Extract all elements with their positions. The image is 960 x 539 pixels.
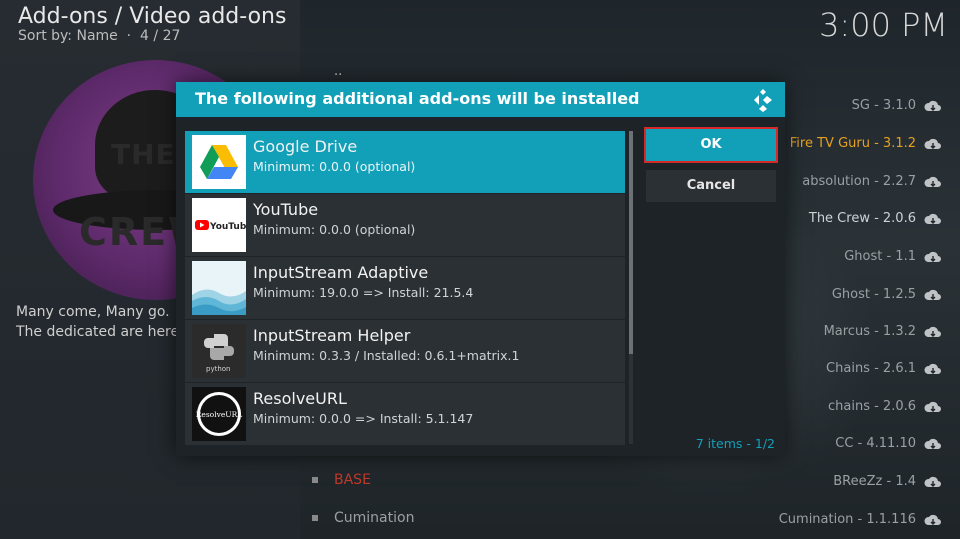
- cloud-download-icon: [924, 363, 941, 374]
- list-item[interactable]: BReeZz - 1.4: [833, 474, 916, 489]
- resolveurl-thumb-text: ResolveURL: [196, 410, 242, 419]
- list-item[interactable]: python InputStream Helper Minimum: 0.3.3…: [185, 320, 625, 382]
- addon-requirement: Minimum: 0.0.0 (optional): [253, 159, 416, 174]
- addon-requirement: Minimum: 19.0.0 => Install: 21.5.4: [253, 285, 474, 300]
- addon-name: InputStream Adaptive: [253, 263, 429, 282]
- addon-requirement: Minimum: 0.3.3 / Installed: 0.6.1+matrix…: [253, 348, 520, 363]
- list-item[interactable]: YouTube YouTube Minimum: 0.0.0 (optional…: [185, 194, 625, 256]
- sort-label: Sort by: Name: [18, 28, 118, 44]
- parent-folder-item[interactable]: ..: [334, 64, 342, 79]
- breadcrumb: Add-ons / Video add-ons: [18, 4, 287, 29]
- bullet-icon: [312, 477, 318, 483]
- cloud-download-icon: [924, 289, 941, 300]
- list-item[interactable]: ResolveURL ResolveURL Minimum: 0.0.0 => …: [185, 383, 625, 445]
- google-drive-icon: [192, 135, 246, 189]
- youtube-icon: YouTube: [192, 198, 246, 252]
- clock: 3:00 PM: [819, 6, 948, 44]
- inputstream-adaptive-thumbnail: [192, 261, 246, 315]
- list-item[interactable]: Ghost - 1.1: [844, 249, 916, 264]
- cloud-download-icon: [924, 251, 941, 262]
- youtube-thumbnail: YouTube: [192, 198, 246, 252]
- list-item[interactable]: Chains - 2.6.1: [826, 361, 916, 376]
- python-icon: python: [192, 324, 246, 378]
- dialog-header: The following additional add-ons will be…: [176, 82, 785, 117]
- list-item-label: Cumination: [334, 510, 415, 526]
- cloud-download-icon: [924, 138, 941, 149]
- resolveurl-icon: ResolveURL: [192, 387, 246, 441]
- list-item[interactable]: Marcus - 1.3.2: [824, 324, 916, 339]
- list-item[interactable]: The Crew - 2.0.6: [809, 211, 916, 226]
- dialog-title: The following additional add-ons will be…: [195, 89, 640, 108]
- ok-button[interactable]: OK: [644, 127, 778, 163]
- sort-info: Sort by: Name · 4 / 27: [18, 28, 181, 44]
- list-item[interactable]: Ghost - 1.2.5: [832, 287, 916, 302]
- list-item[interactable]: Fire TV Guru - 3.1.2: [790, 136, 916, 151]
- cloud-download-icon: [924, 438, 941, 449]
- addon-name: InputStream Helper: [253, 326, 411, 345]
- cloud-download-icon: [924, 514, 941, 525]
- items-total: 7 items: [695, 436, 743, 451]
- list-item[interactable]: absolution - 2.2.7: [802, 174, 916, 189]
- cloud-download-icon: [924, 213, 941, 224]
- cancel-button[interactable]: Cancel: [646, 170, 776, 202]
- page-indicator: 1/2: [754, 436, 775, 451]
- addon-name: ResolveURL: [253, 389, 347, 408]
- addon-list: Google Drive Minimum: 0.0.0 (optional) Y…: [185, 131, 625, 445]
- wave-icon: [192, 261, 246, 315]
- addon-description: Many come, Many go. The dedicated are he…: [16, 304, 184, 340]
- scrollbar-thumb[interactable]: [629, 131, 633, 354]
- list-item-label: BASE: [334, 472, 371, 488]
- list-item[interactable]: BASE: [312, 472, 371, 488]
- list-item[interactable]: SG - 3.1.0: [852, 98, 916, 113]
- youtube-thumb-text: YouTube: [209, 222, 246, 232]
- google-drive-thumbnail: [192, 135, 246, 189]
- resolveurl-thumbnail: ResolveURL: [192, 387, 246, 441]
- addon-requirement: Minimum: 0.0.0 (optional): [253, 222, 416, 237]
- list-item[interactable]: Cumination: [312, 510, 414, 526]
- logo-text-top: THE: [111, 138, 176, 171]
- cloud-download-icon: [924, 326, 941, 337]
- item-count: 7 items - 1/2: [695, 436, 775, 451]
- cloud-download-icon: [924, 401, 941, 412]
- inputstream-helper-thumbnail: python: [192, 324, 246, 378]
- cloud-download-icon: [924, 476, 941, 487]
- bullet-icon: [312, 515, 318, 521]
- addon-requirement: Minimum: 0.0.0 => Install: 5.1.147: [253, 411, 474, 426]
- list-item[interactable]: Cumination - 1.1.116: [779, 512, 916, 527]
- list-item[interactable]: CC - 4.11.10: [835, 436, 916, 451]
- list-item[interactable]: InputStream Adaptive Minimum: 19.0.0 => …: [185, 257, 625, 319]
- cloud-download-icon: [924, 100, 941, 111]
- list-item[interactable]: chains - 2.0.6: [828, 399, 916, 414]
- kodi-logo-icon: [754, 89, 772, 112]
- cloud-download-icon: [924, 176, 941, 187]
- addon-name: Google Drive: [253, 137, 358, 156]
- list-item[interactable]: Google Drive Minimum: 0.0.0 (optional): [185, 131, 625, 193]
- addon-name: YouTube: [253, 200, 319, 219]
- python-thumb-text: python: [206, 365, 231, 373]
- position-indicator: 4 / 27: [140, 28, 181, 44]
- install-dependencies-dialog: The following additional add-ons will be…: [176, 82, 785, 456]
